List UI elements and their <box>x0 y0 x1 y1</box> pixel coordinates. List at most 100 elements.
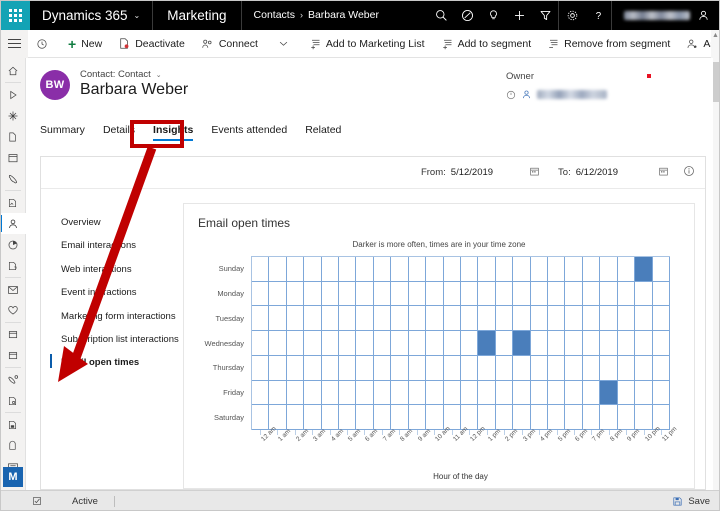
heatmap-cell[interactable] <box>252 405 270 430</box>
heatmap-cell[interactable] <box>321 405 340 430</box>
heatmap-cell[interactable] <box>356 257 374 282</box>
heatmap-cell[interactable] <box>635 405 653 430</box>
heatmap-cell[interactable] <box>269 306 287 332</box>
heatmap-cell[interactable] <box>548 281 566 307</box>
heatmap-cell[interactable] <box>513 355 531 381</box>
heatmap-cell[interactable] <box>635 380 653 406</box>
heatmap-cell[interactable] <box>286 380 305 406</box>
heatmap-cell[interactable] <box>391 306 409 332</box>
heatmap-cell[interactable] <box>513 331 531 356</box>
calendar-icon[interactable] <box>0 147 26 168</box>
heatmap-cell[interactable] <box>530 257 549 282</box>
from-date-field[interactable]: From: 5/12/2019 <box>421 167 493 178</box>
heatmap-cell[interactable] <box>304 257 322 282</box>
heatmap-cell[interactable] <box>652 380 670 406</box>
owner-value[interactable] <box>506 89 607 100</box>
command-bar-scroll-up[interactable]: ▲ <box>711 30 720 58</box>
heatmap-cell[interactable] <box>565 306 583 332</box>
heatmap-cell[interactable] <box>426 405 444 430</box>
heatmap-cell[interactable] <box>321 355 340 381</box>
heatmap-cell[interactable] <box>443 281 461 307</box>
heatmap-cell[interactable] <box>373 306 392 332</box>
new-button[interactable]: + New <box>60 30 110 58</box>
filter-icon[interactable] <box>532 0 558 30</box>
heatmap-cell[interactable] <box>617 405 636 430</box>
heatmap-cell[interactable] <box>443 257 461 282</box>
heatmap-cell[interactable] <box>373 257 392 282</box>
add-to-segment-button[interactable]: Add to segment <box>433 30 540 58</box>
heatmap-cell[interactable] <box>391 405 409 430</box>
phone-link-icon[interactable] <box>0 369 26 390</box>
heatmap-cell[interactable] <box>286 306 305 332</box>
edit-state-icon[interactable] <box>32 496 42 506</box>
heatmap-cell[interactable] <box>356 380 374 406</box>
heatmap-cell[interactable] <box>582 355 601 381</box>
heatmap-cell[interactable] <box>530 331 549 356</box>
heatmap-cell[interactable] <box>339 331 357 356</box>
heatmap-cell[interactable] <box>426 281 444 307</box>
heatmap-cell[interactable] <box>617 257 636 282</box>
tab-insights[interactable]: Insights <box>153 124 194 141</box>
pinned-icon[interactable] <box>0 105 26 126</box>
save-button[interactable]: Save <box>672 496 720 507</box>
heatmap-cell[interactable] <box>600 331 618 356</box>
heatmap-cell[interactable] <box>269 380 287 406</box>
heatmap-cell[interactable] <box>408 281 427 307</box>
heatmap-cell[interactable] <box>408 405 427 430</box>
heatmap-cell[interactable] <box>443 306 461 332</box>
to-date-field[interactable]: To: 6/12/2019 <box>558 167 618 178</box>
heatmap-cell[interactable] <box>356 355 374 381</box>
heatmap-cell[interactable] <box>321 331 340 356</box>
heatmap-cell[interactable] <box>635 355 653 381</box>
heatmap-cell[interactable] <box>513 306 531 332</box>
tab-details[interactable]: Details <box>103 124 135 141</box>
heatmap-cell[interactable] <box>548 405 566 430</box>
heatmap-cell[interactable] <box>269 257 287 282</box>
heatmap-cell[interactable] <box>460 281 479 307</box>
heatmap-cell[interactable] <box>635 331 653 356</box>
heatmap-cell[interactable] <box>321 257 340 282</box>
heatmap-cell[interactable] <box>565 257 583 282</box>
search-icon[interactable] <box>428 0 454 30</box>
heatmap-cell[interactable] <box>565 281 583 307</box>
heatmap-cell[interactable] <box>252 281 270 307</box>
heatmap-cell[interactable] <box>478 380 496 406</box>
heatmap-cell[interactable] <box>304 355 322 381</box>
heatmap-cell[interactable] <box>478 281 496 307</box>
heatmap-cell[interactable] <box>286 331 305 356</box>
heatmap-cell[interactable] <box>339 306 357 332</box>
heatmap-cell[interactable] <box>373 355 392 381</box>
from-calendar-icon[interactable] <box>529 164 540 182</box>
heatmap-cell[interactable] <box>652 331 670 356</box>
heatmap-cell[interactable] <box>617 281 636 307</box>
cmd-history-button[interactable] <box>28 30 56 58</box>
document-icon[interactable] <box>0 126 26 147</box>
brand-dynamics365[interactable]: Dynamics 365 ⌄ <box>30 0 154 30</box>
home-icon[interactable] <box>0 60 26 81</box>
heatmap-cell[interactable] <box>582 331 601 356</box>
sidebar-item-contacts[interactable] <box>0 213 26 234</box>
heatmap-cell[interactable] <box>478 306 496 332</box>
heatmap-cell[interactable] <box>530 306 549 332</box>
heatmap-cell[interactable] <box>339 380 357 406</box>
heatmap-cell[interactable] <box>617 355 636 381</box>
heatmap-cell[interactable] <box>339 405 357 430</box>
insights-nav-email-interactions[interactable]: Email interactions <box>55 234 183 257</box>
record-type[interactable]: Contact: Contact ⌄ <box>80 69 162 80</box>
heatmap-cell[interactable] <box>391 355 409 381</box>
heatmap-cell[interactable] <box>408 257 427 282</box>
heatmap-cell[interactable] <box>513 281 531 307</box>
heatmap-cell[interactable] <box>530 281 549 307</box>
report-icon[interactable] <box>0 255 26 276</box>
heatmap-cell[interactable] <box>373 380 392 406</box>
heatmap-cell[interactable] <box>495 257 514 282</box>
heatmap-cell[interactable] <box>408 331 427 356</box>
heatmap-cell[interactable] <box>495 306 514 332</box>
heatmap-cell[interactable] <box>373 331 392 356</box>
heatmap-cell[interactable] <box>269 355 287 381</box>
heatmap-cell[interactable] <box>252 306 270 332</box>
heatmap-cell[interactable] <box>478 355 496 381</box>
heatmap-cell[interactable] <box>617 306 636 332</box>
heatmap-cell[interactable] <box>548 257 566 282</box>
heatmap-cell[interactable] <box>252 257 270 282</box>
